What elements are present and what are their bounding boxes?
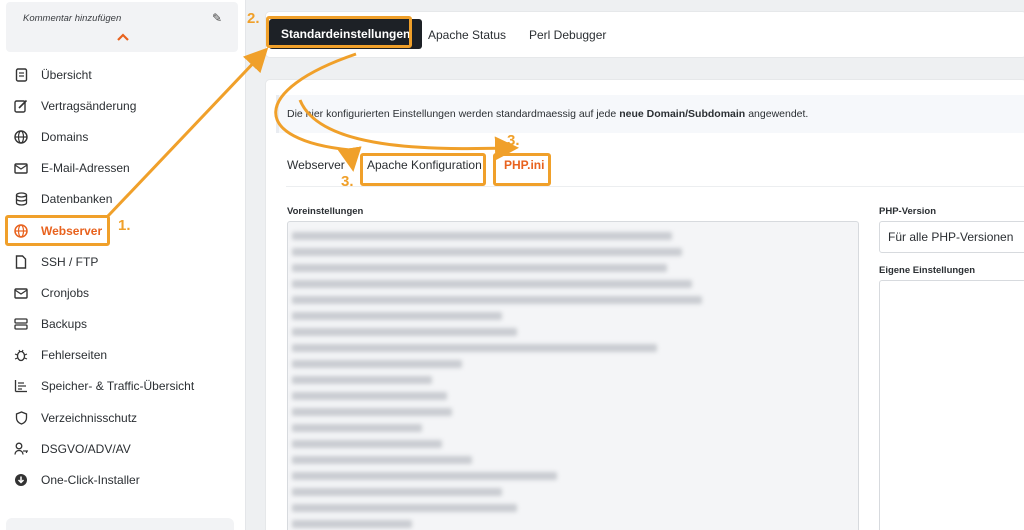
sidebar-item-label: E-Mail-Adressen	[41, 161, 130, 176]
info-text-bold: neue Domain/Subdomain	[619, 108, 746, 120]
annotation-number-1: 1.	[118, 217, 131, 234]
sidebar-item-label: Vertragsänderung	[41, 98, 137, 113]
tab-perl-debugger[interactable]: Perl Debugger	[529, 12, 606, 57]
eigene-einstellungen-label: Eigene Einstellungen	[879, 265, 976, 276]
settings-card: Die hier konfigurierten Einstellungen we…	[266, 80, 1024, 530]
info-text-suffix: angewendet.	[748, 108, 809, 120]
database-icon	[13, 191, 29, 207]
annotation-box-apache-konfig	[360, 153, 486, 186]
user-key-icon	[13, 441, 29, 457]
sidebar-item-fehlerseiten[interactable]: Fehlerseiten	[0, 340, 246, 371]
sidebar-item-label: DSGVO/ADV/AV	[41, 441, 131, 456]
php-version-label: PHP-Version	[879, 206, 937, 217]
eigene-einstellungen-textarea[interactable]	[879, 280, 1024, 530]
subtab-divider	[286, 186, 1024, 187]
sidebar-item-uebersicht[interactable]: Übersicht	[0, 59, 246, 90]
clock-mail-icon	[13, 285, 29, 301]
comment-box[interactable]: Kommentar hinzufügen ✎	[6, 2, 238, 52]
sidebar-item-label: Datenbanken	[41, 192, 113, 207]
voreinstellungen-textarea[interactable]	[287, 221, 859, 530]
tab-apache-status[interactable]: Apache Status	[428, 12, 506, 57]
sidebar-item-domains[interactable]: Domains	[0, 121, 246, 152]
sidebar-item-label: SSH / FTP	[41, 254, 99, 269]
sidebar-item-ssh-ftp[interactable]: SSH / FTP	[0, 246, 246, 277]
sidebar-item-label: Domains	[41, 129, 89, 144]
sidebar-item-label: Cronjobs	[41, 285, 90, 300]
edit-icon	[13, 98, 29, 114]
sidebar-item-label: Übersicht	[41, 67, 92, 82]
pencil-icon[interactable]: ✎	[212, 11, 222, 25]
sidebar-item-label: Fehlerseiten	[41, 348, 108, 363]
sidebar-item-email[interactable]: E-Mail-Adressen	[0, 153, 246, 184]
subtab-webserver[interactable]: Webserver	[287, 158, 345, 172]
annotation-box-webserver	[5, 215, 110, 246]
shield-icon	[13, 410, 29, 426]
sidebar-item-vertragsaenderung[interactable]: Vertragsänderung	[0, 90, 246, 121]
sidebar-item-dsgvo[interactable]: DSGVO/ADV/AV	[0, 433, 246, 464]
sidebar-item-label: One-Click-Installer	[41, 473, 140, 488]
comment-label: Kommentar hinzufügen	[23, 13, 122, 24]
info-text-prefix: Die hier konfigurierten Einstellungen we…	[287, 108, 617, 120]
chevron-up-icon[interactable]	[116, 32, 130, 42]
sidebar-item-speicher[interactable]: Speicher- & Traffic-Übersicht	[0, 371, 246, 402]
mail-icon	[13, 160, 29, 176]
annotation-number-3a: 3.	[507, 132, 520, 149]
document-icon	[13, 67, 29, 83]
backup-icon	[13, 316, 29, 332]
sidebar-item-label: Backups	[41, 317, 88, 332]
annotation-number-3b: 3.	[341, 173, 354, 190]
blurred-content	[288, 222, 858, 530]
download-icon	[13, 472, 29, 488]
bug-icon	[13, 347, 29, 363]
sidebar: Kommentar hinzufügen ✎ Übersicht Vertrag…	[0, 0, 246, 530]
sidebar-footer	[6, 518, 234, 530]
chart-icon	[13, 378, 29, 394]
sidebar-item-label: Verzeichnisschutz	[41, 410, 138, 425]
file-icon	[13, 254, 29, 270]
globe-icon	[13, 129, 29, 145]
voreinstellungen-label: Voreinstellungen	[287, 206, 364, 217]
sidebar-item-one-click[interactable]: One-Click-Installer	[0, 464, 246, 495]
annotation-box-phpini	[493, 153, 551, 186]
annotation-box-standard	[266, 16, 412, 48]
sidebar-item-datenbanken[interactable]: Datenbanken	[0, 184, 246, 215]
sidebar-item-cronjobs[interactable]: Cronjobs	[0, 277, 246, 308]
sidebar-item-verzeichnisschutz[interactable]: Verzeichnisschutz	[0, 402, 246, 433]
sidebar-nav: Übersicht Vertragsänderung Domains E-Mai…	[0, 59, 246, 496]
php-version-select[interactable]: Für alle PHP-Versionen	[879, 221, 1024, 253]
info-notice: Die hier konfigurierten Einstellungen we…	[276, 95, 1024, 133]
sidebar-item-backups[interactable]: Backups	[0, 309, 246, 340]
annotation-number-2: 2.	[247, 10, 260, 27]
sidebar-item-label: Speicher- & Traffic-Übersicht	[41, 379, 195, 394]
